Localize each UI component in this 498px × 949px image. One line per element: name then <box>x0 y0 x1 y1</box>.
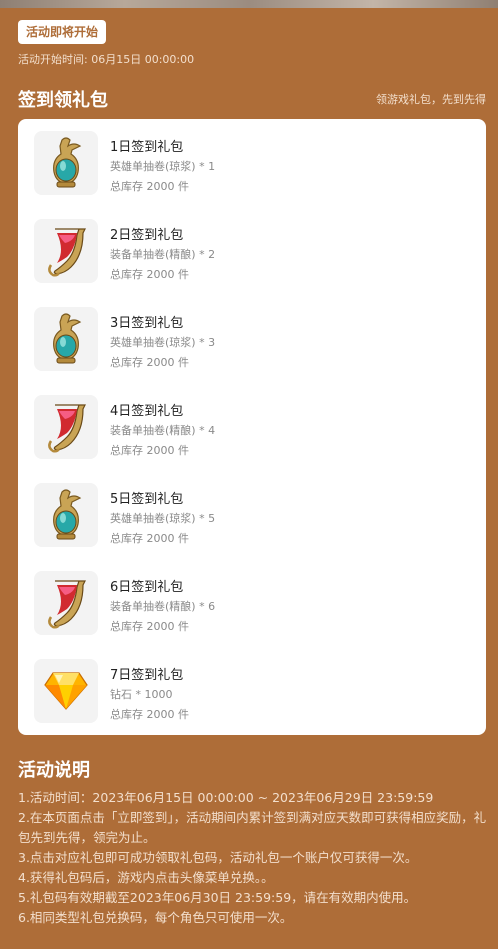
gift-item-day-5[interactable]: 5日签到礼包 英雄单抽卷(琼浆) * 5 总库存 2000 件 <box>34 483 474 549</box>
signin-section-subtitle: 领游戏礼包，先到先得 <box>376 93 486 106</box>
rules-list: 1.活动时间：2023年06月15日 00:00:00 ~ 2023年06月29… <box>18 788 488 928</box>
activity-start-time: 活动开始时间: 06月15日 00:00:00 <box>18 53 195 66</box>
rules-section-title: 活动说明 <box>18 760 90 781</box>
gift-title: 4日签到礼包 <box>110 404 184 419</box>
gift-stock: 总库存 2000 件 <box>110 532 189 545</box>
gift-title: 1日签到礼包 <box>110 140 184 155</box>
gift-item-day-6[interactable]: 6日签到礼包 装备单抽卷(精酿) * 6 总库存 2000 件 <box>34 571 474 637</box>
gift-stock: 总库存 2000 件 <box>110 620 189 633</box>
rule-item: 2.在本页面点击「立即签到」，活动期间内累计签到满对应天数即可获得相应奖励，礼包… <box>18 810 487 845</box>
rule-item: 5.礼包码有效期截至2023年06月30日 23:59:59，请在有效期内使用。 <box>18 890 417 905</box>
gift-content: 装备单抽卷(精酿) * 4 <box>110 424 216 437</box>
gift-title: 7日签到礼包 <box>110 668 184 683</box>
horn-cup-icon <box>48 404 86 453</box>
gift-content: 英雄单抽卷(琼浆) * 3 <box>110 336 216 349</box>
gift-title: 5日签到礼包 <box>110 492 184 507</box>
gift-stock: 总库存 2000 件 <box>110 180 189 193</box>
gift-title: 6日签到礼包 <box>110 580 184 595</box>
rule-item: 4.获得礼包码后，游戏内点击头像菜单兑换。。 <box>18 870 274 885</box>
gift-content: 英雄单抽卷(琼浆) * 5 <box>110 512 216 525</box>
horn-cup-icon <box>48 228 86 277</box>
gift-list-card: 1日签到礼包 英雄单抽卷(琼浆) * 1 总库存 2000 件 2日签到礼包 装… <box>18 119 486 735</box>
gift-content: 英雄单抽卷(琼浆) * 1 <box>110 160 216 173</box>
gift-item-day-3[interactable]: 3日签到礼包 英雄单抽卷(琼浆) * 3 总库存 2000 件 <box>34 307 474 373</box>
jade-vase-icon <box>53 489 82 540</box>
gift-title: 3日签到礼包 <box>110 316 184 331</box>
diamond-icon <box>44 672 88 710</box>
gift-stock: 总库存 2000 件 <box>110 444 189 457</box>
gift-stock: 总库存 2000 件 <box>110 356 189 369</box>
gift-content: 装备单抽卷(精酿) * 6 <box>110 600 216 613</box>
gift-thumbnail <box>34 131 98 195</box>
gift-content: 装备单抽卷(精酿) * 2 <box>110 248 216 261</box>
gift-item-day-2[interactable]: 2日签到礼包 装备单抽卷(精酿) * 2 总库存 2000 件 <box>34 219 474 285</box>
gift-content: 钻石 * 1000 <box>110 688 173 701</box>
horn-cup-icon <box>48 580 86 629</box>
jade-vase-icon <box>53 137 82 188</box>
gift-item-day-7[interactable]: 7日签到礼包 钻石 * 1000 总库存 2000 件 <box>34 659 474 725</box>
gift-thumbnail <box>34 571 98 635</box>
gift-thumbnail <box>34 395 98 459</box>
gift-thumbnail <box>34 483 98 547</box>
gift-thumbnail <box>34 219 98 283</box>
status-badge: 活动即将开始 <box>18 20 107 44</box>
jade-vase-icon <box>53 313 82 364</box>
gift-thumbnail <box>34 659 98 723</box>
rule-item: 6.相同类型礼包兑换码，每个角色只可使用一次。 <box>18 910 293 925</box>
gift-stock: 总库存 2000 件 <box>110 268 189 281</box>
rule-item: 1.活动时间：2023年06月15日 00:00:00 ~ 2023年06月29… <box>18 790 434 805</box>
gift-item-day-4[interactable]: 4日签到礼包 装备单抽卷(精酿) * 4 总库存 2000 件 <box>34 395 474 461</box>
gift-thumbnail <box>34 307 98 371</box>
rule-item: 3.点击对应礼包即可成功领取礼包码，活动礼包一个账户仅可获得一次。 <box>18 850 418 865</box>
gift-stock: 总库存 2000 件 <box>110 708 189 721</box>
gift-item-day-1[interactable]: 1日签到礼包 英雄单抽卷(琼浆) * 1 总库存 2000 件 <box>34 131 474 197</box>
top-banner-strip <box>0 0 498 8</box>
signin-section-title: 签到领礼包 <box>18 90 108 111</box>
gift-title: 2日签到礼包 <box>110 228 184 243</box>
